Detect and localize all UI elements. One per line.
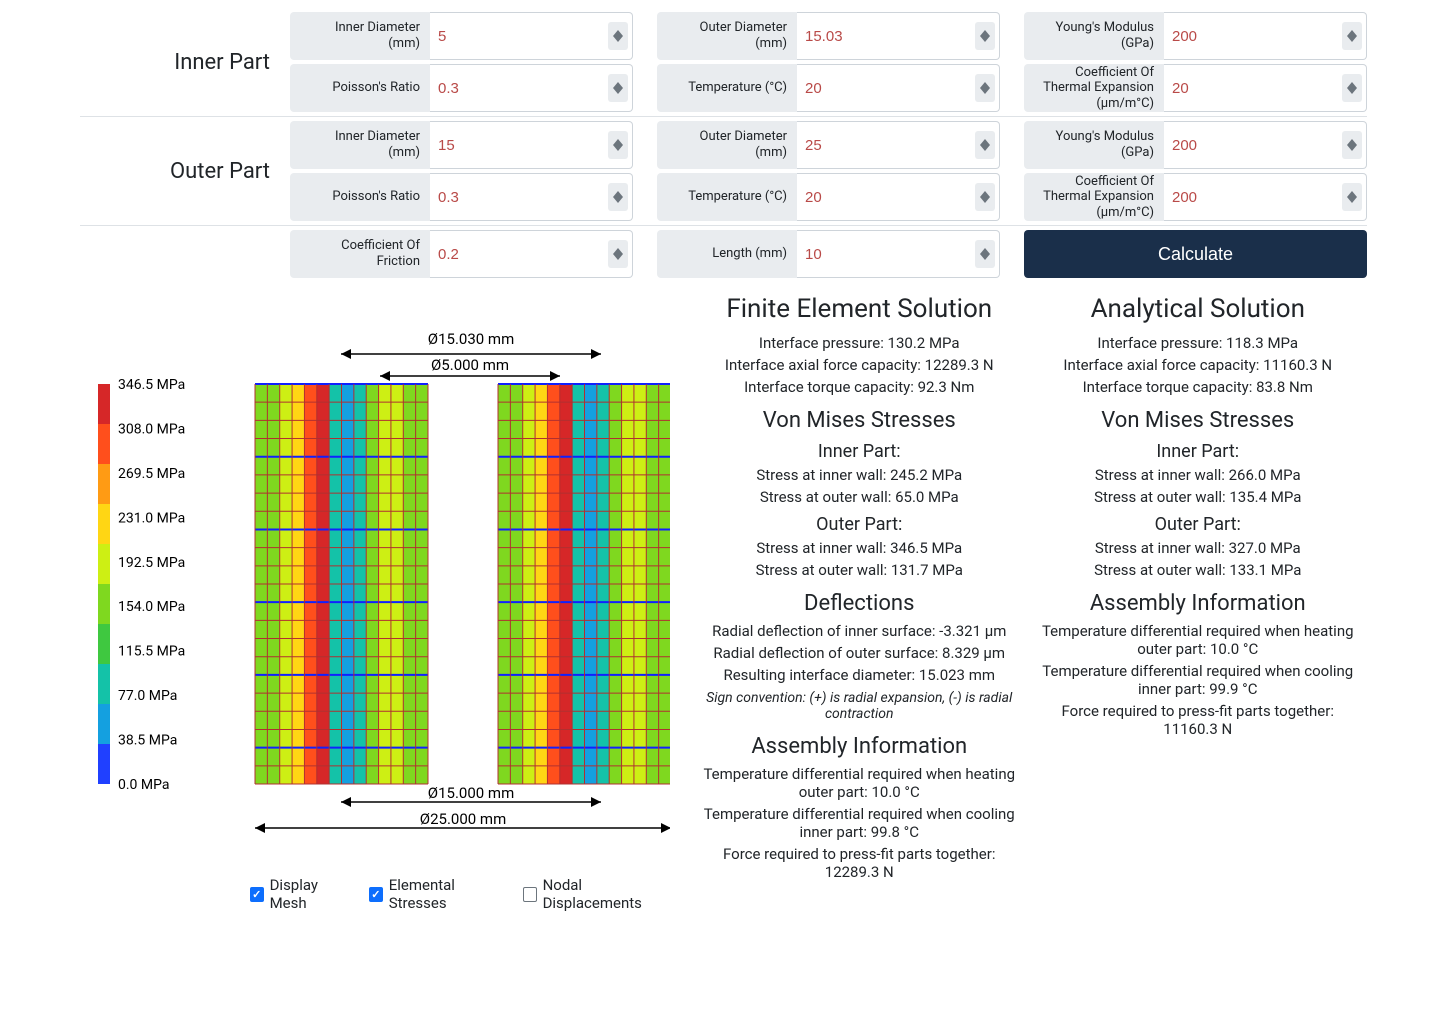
analytical-solution-column: Analytical Solution Interface pressure: … (1029, 294, 1368, 912)
length-label: Length (mm) (657, 230, 797, 278)
outer-part-row: Outer Part Inner Diameter (mm) Outer Dia… (80, 117, 1367, 226)
svg-text:192.5 MPa: 192.5 MPa (118, 555, 185, 571)
inner-cte-label: Coefficient Of Thermal Expansion (μm/m°C… (1024, 64, 1164, 112)
stepper-icon[interactable] (1342, 131, 1362, 159)
stepper-icon[interactable] (608, 22, 628, 50)
inner-cte-input[interactable] (1164, 64, 1367, 112)
stepper-icon[interactable] (975, 74, 995, 102)
svg-text:Ø15.000 mm: Ø15.000 mm (428, 784, 514, 802)
checkbox-elemental-stresses[interactable]: Elemental Stresses (369, 876, 503, 912)
friction-input[interactable] (430, 230, 633, 278)
svg-text:Ø25.000 mm: Ø25.000 mm (420, 810, 506, 828)
inner-poisson-label: Poisson's Ratio (290, 64, 430, 112)
svg-text:269.5 MPa: 269.5 MPa (118, 466, 185, 482)
inner-youngs-label: Young's Modulus (GPa) (1024, 12, 1164, 60)
stepper-icon[interactable] (608, 74, 628, 102)
stepper-icon[interactable] (1342, 74, 1362, 102)
friction-label: Coefficient Of Friction (290, 230, 430, 278)
stepper-icon[interactable] (975, 131, 995, 159)
an-title: Analytical Solution (1041, 294, 1356, 324)
stepper-icon[interactable] (608, 131, 628, 159)
svg-text:231.0 MPa: 231.0 MPa (118, 510, 185, 526)
outer-id-label: Inner Diameter (mm) (290, 121, 430, 169)
checkbox-nodal-displacements[interactable]: Nodal Displacements (523, 876, 670, 912)
inner-part-row: Inner Part Inner Diameter (mm) Outer Dia… (80, 8, 1367, 117)
calculate-button[interactable]: Calculate (1024, 230, 1367, 278)
svg-text:346.5 MPa: 346.5 MPa (118, 377, 185, 393)
stepper-icon[interactable] (1342, 183, 1362, 211)
svg-text:308.0 MPa: 308.0 MPa (118, 421, 185, 437)
svg-text:Ø5.000 mm: Ø5.000 mm (431, 356, 509, 374)
inner-part-label: Inner Part (80, 50, 290, 75)
outer-id-input[interactable] (430, 121, 633, 169)
checkbox-display-mesh[interactable]: Display Mesh (250, 876, 349, 912)
inner-poisson-input[interactable] (430, 64, 633, 112)
fe-title: Finite Element Solution (702, 294, 1017, 324)
outer-temp-label: Temperature (°C) (657, 173, 797, 221)
svg-text:Ø15.030 mm: Ø15.030 mm (428, 330, 514, 348)
outer-od-input[interactable] (797, 121, 1000, 169)
fe-solution-column: Finite Element Solution Interface pressu… (690, 294, 1029, 912)
inner-id-input[interactable] (430, 12, 633, 60)
inner-id-label: Inner Diameter (mm) (290, 12, 430, 60)
stepper-icon[interactable] (975, 22, 995, 50)
outer-cte-label: Coefficient Of Thermal Expansion (μm/m°C… (1024, 173, 1164, 221)
stepper-icon[interactable] (608, 183, 628, 211)
stepper-icon[interactable] (1342, 22, 1362, 50)
outer-temp-input[interactable] (797, 173, 1000, 221)
outer-part-label: Outer Part (80, 159, 290, 184)
svg-text:38.5 MPa: 38.5 MPa (118, 733, 177, 749)
outer-youngs-input[interactable] (1164, 121, 1367, 169)
inner-temp-input[interactable] (797, 64, 1000, 112)
svg-text:154.0 MPa: 154.0 MPa (118, 599, 185, 615)
stepper-icon[interactable] (608, 240, 628, 268)
svg-text:115.5 MPa: 115.5 MPa (118, 644, 185, 660)
inner-od-input[interactable] (797, 12, 1000, 60)
outer-poisson-label: Poisson's Ratio (290, 173, 430, 221)
inner-youngs-input[interactable] (1164, 12, 1367, 60)
inner-od-label: Outer Diameter (mm) (657, 12, 797, 60)
stress-diagram: 346.5 MPa 308.0 MPa 269.5 MPa 231.0 MPa 192.… (80, 294, 670, 854)
svg-text:77.0 MPa: 77.0 MPa (118, 688, 177, 704)
stepper-icon[interactable] (975, 240, 995, 268)
outer-od-label: Outer Diameter (mm) (657, 121, 797, 169)
stepper-icon[interactable] (975, 183, 995, 211)
outer-poisson-input[interactable] (430, 173, 633, 221)
outer-youngs-label: Young's Modulus (GPa) (1024, 121, 1164, 169)
length-input[interactable] (797, 230, 1000, 278)
svg-text:0.0 MPa: 0.0 MPa (118, 777, 170, 793)
global-row: Coefficient Of Friction Length (mm) Calc… (80, 226, 1367, 282)
inner-temp-label: Temperature (°C) (657, 64, 797, 112)
outer-cte-input[interactable] (1164, 173, 1367, 221)
